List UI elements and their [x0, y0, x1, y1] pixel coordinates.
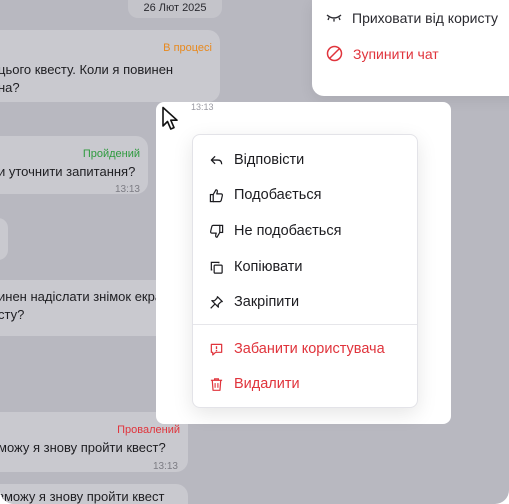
eye-closed-icon [326, 14, 342, 22]
message-text: цього квесту. Коли я повинен на? [0, 62, 174, 95]
message-bubble[interactable]: В процесі цього квесту. Коли я повинен н… [0, 30, 220, 102]
chat-options-menu: Приховати від користу Зупинити чат [312, 0, 509, 96]
message-time: 13:13 [152, 461, 178, 472]
menu-divider [193, 324, 417, 325]
message-text: и уточнити запитання? [0, 164, 136, 179]
message-context-menu: Відповісти Подобається Не подобається Ко… [192, 134, 418, 408]
message-bubble[interactable]: Пройдений и уточнити запитання? 13:13 [0, 136, 148, 195]
dislike-item[interactable]: Не подобається [209, 220, 341, 242]
stop-icon [326, 45, 343, 62]
ban-user-item[interactable]: Забанити користувача [209, 338, 385, 360]
reply-item[interactable]: Відповісти [209, 149, 304, 171]
reply-icon [210, 155, 223, 164]
message-status: Пройдений [82, 148, 140, 160]
pin-icon [210, 295, 223, 309]
pin-item[interactable]: Закріпити [209, 291, 299, 313]
mouse-cursor-icon [162, 106, 178, 130]
date-pill: 26 Лют 2025 [128, 0, 222, 18]
message-status: В процесі [163, 42, 212, 54]
message-text: можу я знову пройти квест? [0, 440, 166, 455]
message-time: 13:13 [114, 184, 140, 195]
stop-chat-item[interactable]: Зупинити чат [326, 45, 439, 62]
message-bubble[interactable] [0, 218, 8, 260]
ban-user-icon [210, 343, 223, 356]
message-text: зможу я знову пройти квест [0, 489, 165, 504]
selected-message-time: 13:13 [191, 102, 214, 112]
thumbs-up-icon [209, 188, 223, 202]
thumbs-down-icon [210, 224, 224, 238]
delete-item[interactable]: Видалити [209, 373, 300, 395]
message-bubble[interactable]: зможу я знову пройти квест [0, 484, 188, 504]
copy-icon [210, 261, 223, 274]
chat-window: 26 Лют 2025 В процесі цього квесту. Коли… [0, 0, 509, 504]
like-item[interactable]: Подобається [209, 184, 321, 206]
trash-icon [210, 377, 223, 391]
hide-from-user-item[interactable]: Приховати від користу [326, 10, 498, 26]
copy-item[interactable]: Копіювати [209, 256, 303, 278]
